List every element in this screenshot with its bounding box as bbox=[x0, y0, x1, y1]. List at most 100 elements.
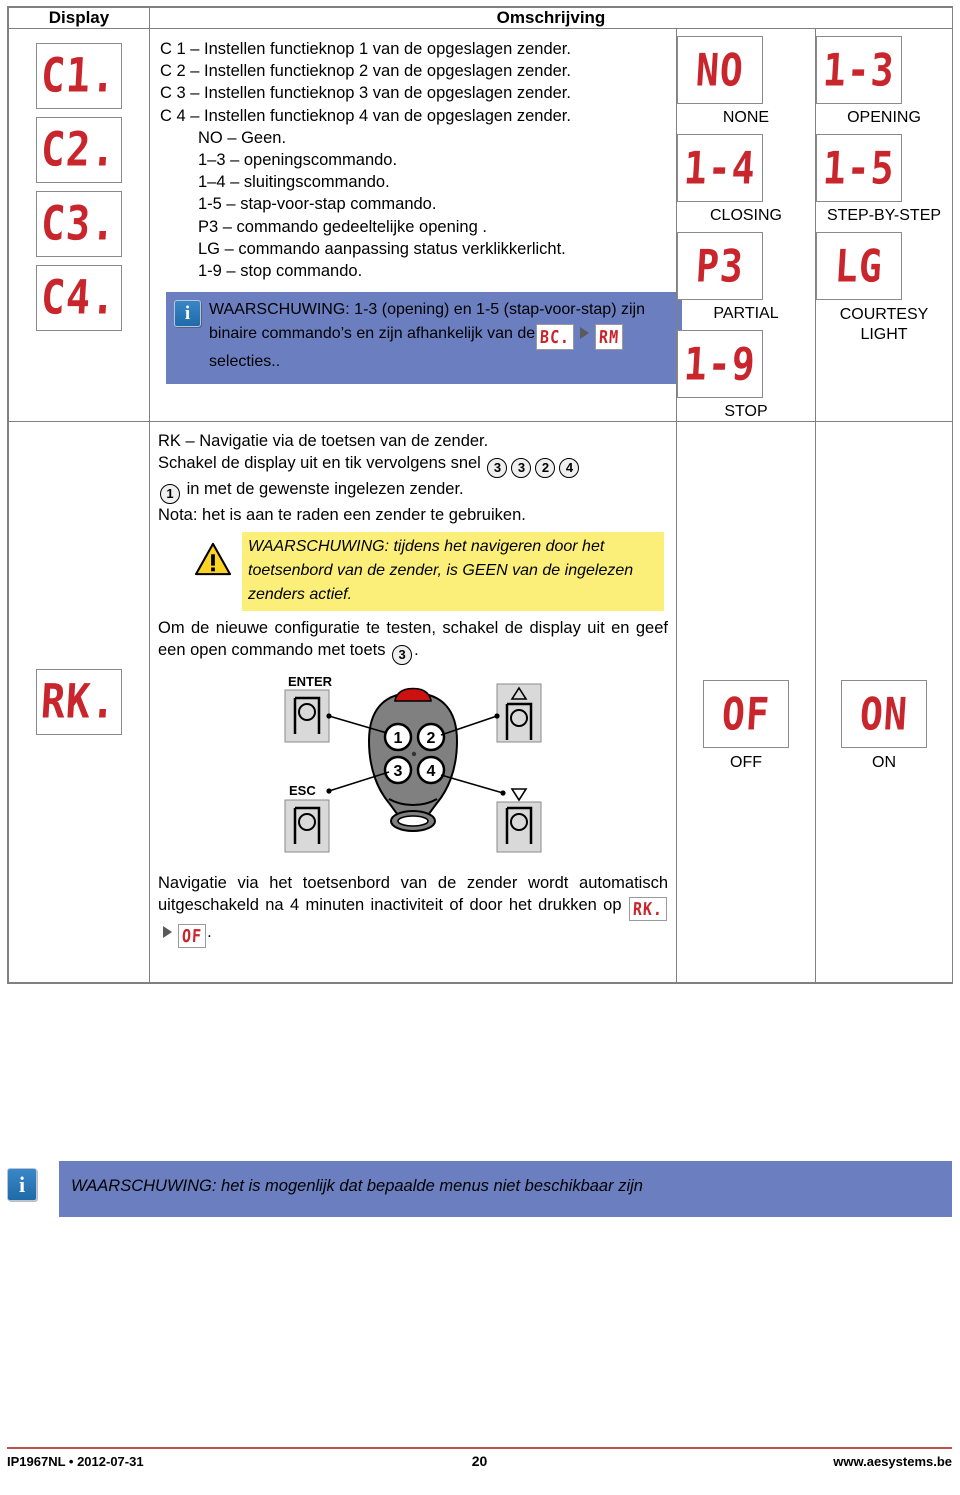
desc-line: C 1 – Instellen functieknop 1 van de opg… bbox=[160, 40, 571, 58]
key-badge-2: 2 bbox=[535, 457, 556, 478]
info-icon: i bbox=[174, 300, 201, 328]
triangle-down-icon bbox=[510, 788, 528, 802]
seven-segment-display-rk-inline: RK. bbox=[628, 897, 667, 922]
desc-line: LG – commando aanpassing status verklikk… bbox=[198, 239, 566, 258]
seven-segment-display-c1: C1. bbox=[36, 43, 122, 109]
segment-text: RK. bbox=[39, 674, 119, 730]
bottom-info-text: WAARSCHUWING: het is mogenlijk dat bepaa… bbox=[59, 1161, 952, 1217]
display-cell-row2-col-b: ON ON bbox=[815, 421, 953, 983]
display-label-none: NONE bbox=[722, 109, 770, 126]
seven-segment-display-c2: C2. bbox=[36, 117, 122, 183]
remote-button-3: 3 bbox=[394, 763, 403, 780]
seven-segment-display-1-9: 1-9 bbox=[677, 330, 763, 398]
seven-segment-display-rk: RK. bbox=[36, 669, 122, 735]
warning-text: WAARSCHUWING: tijdens het navigeren door… bbox=[242, 531, 664, 611]
segment-text: P3 bbox=[694, 240, 746, 292]
desc-line: NO – Geen. bbox=[198, 128, 287, 147]
display-stack: C1. C2. C3. C4. bbox=[9, 29, 149, 331]
desc-text: Schakel de display uit en tik vervolgens… bbox=[158, 454, 481, 473]
key-badge-3: 3 bbox=[487, 457, 508, 478]
footer-doc-id: IP1967NL • 2012-07-31 bbox=[7, 1453, 144, 1469]
desc-line: 1–3 – openingscommando. bbox=[198, 150, 398, 169]
key-badge-3b: 3 bbox=[511, 457, 532, 478]
display-label-step-by-step: STEP-BY-STEP bbox=[826, 207, 942, 224]
auto-off-text-b: . bbox=[207, 923, 212, 942]
seven-segment-display-c4: C4. bbox=[36, 265, 122, 331]
desc-line: RK – Navigatie via de toetsen van de zen… bbox=[158, 432, 489, 450]
remote-button-1: 1 bbox=[394, 730, 403, 747]
label-enter: ENTER bbox=[288, 674, 333, 689]
header-display: Display bbox=[8, 7, 150, 29]
segment-text: C1. bbox=[39, 48, 119, 104]
auto-off-text: Navigatie via het toetsenbord van de zen… bbox=[158, 872, 668, 949]
table-row: RK. RK – Navigatie via de toetsen van de… bbox=[8, 421, 953, 983]
test-config-text-a: Om de nieuwe configuratie te testen, sch… bbox=[158, 618, 668, 660]
seven-segment-display-1-4: 1-4 bbox=[677, 134, 763, 202]
seven-segment-display-rm: RM bbox=[595, 323, 624, 350]
seven-segment-display-p3: P3 bbox=[677, 232, 763, 300]
segment-text: 1-4 bbox=[682, 142, 758, 194]
info-text-part2: selecties.. bbox=[209, 352, 281, 370]
segment-text: OF bbox=[181, 925, 203, 947]
page-footer: IP1967NL • 2012-07-31 20 www.aesystems.b… bbox=[7, 1453, 952, 1469]
display-label-closing: CLOSING bbox=[709, 207, 782, 224]
segment-text: RK. bbox=[632, 898, 664, 920]
footer-rule bbox=[7, 1447, 952, 1449]
label-esc: ESC bbox=[289, 783, 316, 798]
display-cell-row2: RK. bbox=[8, 421, 150, 983]
desc-line: 1-9 – stop commando. bbox=[198, 261, 363, 280]
segment-text: LG bbox=[833, 240, 885, 292]
seven-segment-display-c3: C3. bbox=[36, 191, 122, 257]
remote-button-2: 2 bbox=[427, 730, 436, 747]
remote-button-4: 4 bbox=[427, 763, 436, 780]
warning-icon bbox=[194, 542, 232, 576]
segment-text: C4. bbox=[39, 270, 119, 326]
segment-text: C2. bbox=[39, 122, 119, 178]
desc-line: 1-5 – stap-voor-stap commando. bbox=[198, 195, 437, 214]
footer-website: www.aesystems.be bbox=[833, 1453, 953, 1469]
footer-page-number: 20 bbox=[471, 1453, 488, 1469]
desc-line: P3 – commando gedeeltelijke opening . bbox=[198, 217, 487, 236]
seven-segment-display-1-5: 1-5 bbox=[816, 134, 902, 202]
description-text: RK – Navigatie via de toetsen van de zen… bbox=[150, 422, 676, 954]
seven-segment-display-bc: BC. bbox=[536, 323, 575, 350]
display-label-courtesy-light: COURTESY LIGHT bbox=[839, 306, 929, 343]
segment-text: NO bbox=[694, 44, 746, 96]
display-cell-row1: C1. C2. C3. C4. bbox=[8, 28, 150, 422]
key-badge-4: 4 bbox=[559, 457, 580, 478]
description-cell-row2: RK – Navigatie via de toetsen van de zen… bbox=[149, 421, 677, 983]
display-cell-row1-col-a: NO NONE 1-4 CLOSING P3 PARTIAL 1-9 STOP bbox=[676, 28, 816, 422]
description-text: C 1 – Instellen functieknop 1 van de opg… bbox=[150, 29, 682, 394]
info-icon: i bbox=[7, 1168, 37, 1201]
arrow-right-icon bbox=[163, 926, 172, 939]
display-stack-rk: RK. bbox=[9, 422, 149, 982]
desc-line: C 3 – Instellen functieknop 3 van de opg… bbox=[160, 84, 571, 103]
seven-segment-display-lg: LG bbox=[816, 232, 902, 300]
display-cell-row2-col-a: OF OFF bbox=[676, 421, 816, 983]
spec-table: Display Omschrijving C1. C2. C3. C4. C 1… bbox=[8, 7, 953, 983]
segment-text: BC. bbox=[539, 326, 571, 348]
display-label-off: OFF bbox=[730, 754, 762, 771]
info-text: WAARSCHUWING: 1-3 (opening) en 1-5 (stap… bbox=[209, 298, 672, 374]
table-header-row: Display Omschrijving bbox=[8, 7, 953, 29]
desc-line: Nota: het is aan te raden een zender te … bbox=[158, 505, 526, 524]
seven-segment-display-1-3: 1-3 bbox=[816, 36, 902, 104]
desc-line: 1 in met de gewenste ingelezen zender. bbox=[158, 478, 668, 504]
display-cell-row1-col-b: 1-3 OPENING 1-5 STEP-BY-STEP LG COURTESY… bbox=[815, 28, 953, 422]
display-label-on: ON bbox=[872, 754, 896, 771]
auto-off-text-a: Navigatie via het toetsenbord van de zen… bbox=[158, 873, 668, 914]
seven-segment-display-no: NO bbox=[677, 36, 763, 104]
header-description: Omschrijving bbox=[149, 7, 953, 29]
segment-text: 1-9 bbox=[682, 338, 758, 390]
description-cell-row1: C 1 – Instellen functieknop 1 van de opg… bbox=[149, 28, 682, 422]
remote-illustration: ENTER ESC 1 2 3 4 bbox=[158, 665, 668, 858]
desc-line: C 2 – Instellen functieknop 2 van de opg… bbox=[160, 62, 571, 81]
segment-text: RM bbox=[598, 326, 620, 348]
segment-text: C3. bbox=[39, 196, 119, 252]
desc-line: C 4 – Instellen functieknop 4 van de opg… bbox=[160, 106, 571, 125]
test-config-text: Om de nieuwe configuratie te testen, sch… bbox=[158, 617, 668, 665]
arrow-right-icon bbox=[580, 326, 590, 339]
test-config-text-b: . bbox=[414, 641, 419, 660]
